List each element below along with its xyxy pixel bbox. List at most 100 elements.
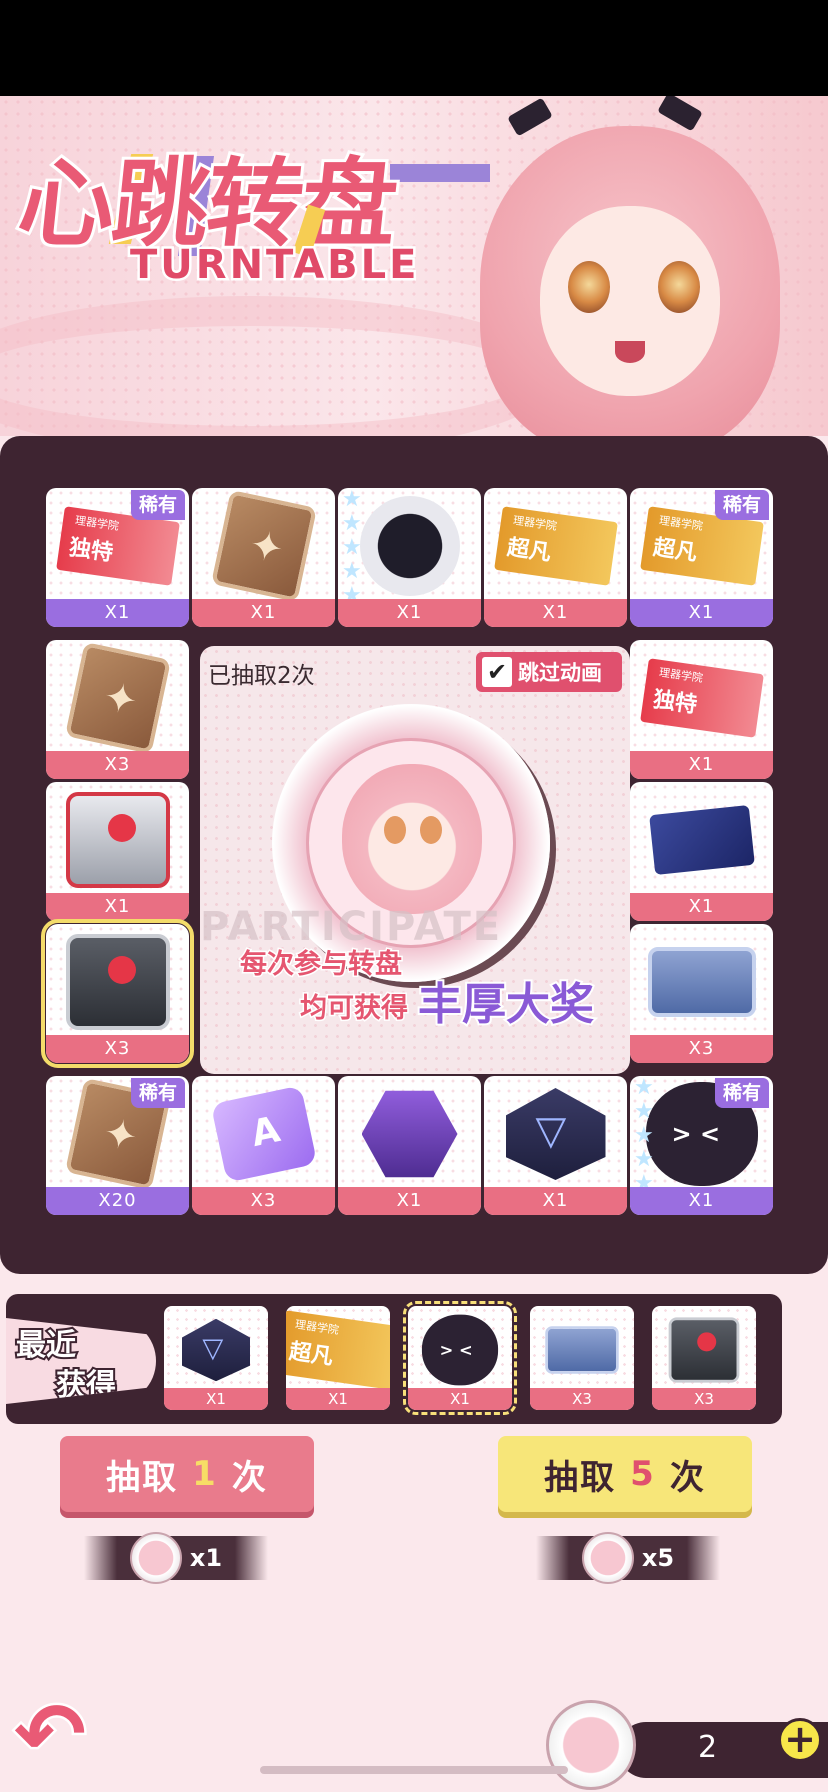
ticket-grade-label: 独特	[651, 687, 699, 719]
supply-crate-icon	[668, 1317, 740, 1383]
ticket-school-label: 理器学院	[73, 513, 120, 533]
prize-quantity: X1	[46, 599, 189, 627]
prize-slot[interactable]: 理器学院 超凡 X1	[484, 488, 627, 627]
prize-slot[interactable]: X3	[46, 640, 189, 779]
ticket-icon: 理器学院 独特	[639, 658, 764, 738]
mascot-avatar-icon	[421, 1314, 499, 1386]
prize-quantity: X1	[630, 599, 773, 627]
prize-quantity: X1	[192, 599, 335, 627]
mascot-illustration	[450, 96, 828, 436]
recent-reward-quantity: X3	[530, 1388, 634, 1410]
prize-quantity: X1	[46, 893, 189, 921]
material-case-icon	[647, 947, 756, 1017]
draw-five-suffix: 次	[669, 1457, 706, 1498]
prize-quantity: X1	[338, 599, 481, 627]
token-icon	[129, 1532, 182, 1584]
recent-label: 最近 获得	[6, 1318, 156, 1404]
prize-quantity: X1	[484, 599, 627, 627]
prize-slot[interactable]: 理器学院 独特 稀有 X1	[46, 488, 189, 627]
recent-reward-item: X3	[530, 1306, 634, 1410]
prize-slot[interactable]: X1	[338, 1076, 481, 1215]
prize-quantity: X3	[46, 1035, 189, 1063]
hex-badge-icon	[361, 1090, 458, 1178]
status-bar	[0, 0, 828, 96]
draw-once-cost-amount: x1	[189, 1544, 223, 1572]
draw-once-suffix: 次	[231, 1457, 268, 1498]
draw-once-count: 1	[192, 1454, 218, 1494]
recent-reward-quantity: X1	[286, 1388, 390, 1410]
prize-quantity: X1	[630, 893, 773, 921]
core-chip-icon	[182, 1318, 250, 1382]
ticket-grade-label: 超凡	[287, 1339, 335, 1371]
prize-quantity: X20	[46, 1187, 189, 1215]
draw-five-cost-amount: x5	[641, 1544, 675, 1572]
prize-quantity: X3	[192, 1187, 335, 1215]
skip-animation-toggle[interactable]: ✔ 跳过动画	[476, 652, 622, 692]
recent-reward-item: X3	[652, 1306, 756, 1410]
star-rating-icon: ★ ★ ★ ★ ★	[634, 1076, 654, 1196]
supply-crate-icon	[65, 792, 170, 888]
core-chip-icon	[505, 1088, 606, 1180]
slogan-highlight: 丰厚大奖	[416, 977, 596, 1032]
draw-once-cost: x1	[84, 1532, 268, 1584]
recent-label-line-1: 最近	[14, 1326, 78, 1365]
recent-reward-quantity: X3	[652, 1388, 756, 1410]
recent-rewards-bar: 最近 获得 X1理器学院超凡X1X1X3X3	[6, 1294, 782, 1424]
prize-quantity: X3	[46, 751, 189, 779]
prize-slot[interactable]: 稀有 X20	[46, 1076, 189, 1215]
prize-slot[interactable]: 理器学院 独特 X1	[630, 640, 773, 779]
recent-reward-item: X1	[403, 1301, 517, 1415]
prize-slot[interactable]: X3	[41, 919, 194, 1068]
prize-slot[interactable]: X3	[192, 1076, 335, 1215]
ticket-icon: 理器学院 超凡	[493, 506, 618, 586]
ticket-icon: 理器学院 超凡	[286, 1310, 390, 1390]
skip-animation-label: 跳过动画	[518, 661, 602, 685]
back-button[interactable]: ↶	[11, 1685, 134, 1785]
title-banner: 心跳转盘 TURNTABLE	[0, 96, 828, 436]
ticket-school-label: 理器学院	[294, 1317, 340, 1337]
rare-badge: 稀有	[130, 1078, 185, 1108]
draw-once-button[interactable]: 抽取 1 次	[60, 1436, 314, 1512]
prize-quantity: X1	[484, 1187, 627, 1215]
supply-crate-icon	[65, 934, 170, 1030]
prize-slot[interactable]: ★ ★ ★ ★ ★ X1	[338, 488, 481, 627]
prize-quantity: X1	[630, 751, 773, 779]
ticket-school-label: 理器学院	[511, 513, 558, 533]
draw-five-count: 5	[630, 1454, 656, 1494]
page-subtitle: TURNTABLE	[127, 240, 420, 291]
ticket-grade-label: 独特	[67, 535, 115, 567]
recent-reward-item: X1	[164, 1306, 268, 1410]
prize-quantity: X1	[630, 1187, 773, 1215]
turntable-center-panel: 已抽取2次 ✔ 跳过动画 PARTICIPATE 每次参与转盘 均可获得 丰厚大…	[200, 646, 630, 1074]
prize-quantity: X3	[630, 1035, 773, 1063]
prize-slot[interactable]: X1	[192, 488, 335, 627]
prize-slot[interactable]: X1	[46, 782, 189, 921]
recent-reward-quantity: X1	[164, 1388, 268, 1410]
draw-five-button[interactable]: 抽取 5 次	[498, 1436, 752, 1512]
recent-reward-quantity: X1	[408, 1388, 512, 1410]
prize-slot[interactable]: 理器学院 超凡 稀有 X1	[630, 488, 773, 627]
checkbox-icon[interactable]: ✔	[482, 657, 512, 687]
rare-badge: 稀有	[714, 490, 769, 520]
prize-quantity: X1	[338, 1187, 481, 1215]
ticket-school-label: 理器学院	[657, 665, 704, 685]
add-token-button[interactable]: +	[778, 1718, 822, 1762]
token-balance-value: 2	[698, 1730, 718, 1765]
id-card-icon	[648, 804, 755, 876]
rare-badge: 稀有	[714, 1078, 769, 1108]
summon-card-icon	[64, 641, 171, 755]
prize-slot[interactable]: X1	[484, 1076, 627, 1215]
token-icon	[581, 1532, 634, 1584]
home-indicator	[260, 1766, 568, 1774]
slogan-line-2: 均可获得	[299, 992, 410, 1026]
draw-five-prefix: 抽取	[544, 1457, 617, 1498]
draw-count-text: 已抽取2次	[208, 663, 315, 689]
back-arrow-icon: ↶	[11, 1685, 88, 1785]
prize-slot[interactable]: ★ ★ ★ ★ ★ 稀有 X1	[630, 1076, 773, 1215]
rare-badge: 稀有	[130, 490, 185, 520]
ticket-grade-label: 超凡	[505, 535, 553, 567]
prize-slot[interactable]: X3	[630, 924, 773, 1063]
prize-slot[interactable]: X1	[630, 782, 773, 921]
draw-five-cost: x5	[536, 1532, 720, 1584]
star-rating-icon: ★ ★ ★ ★ ★	[342, 488, 362, 608]
